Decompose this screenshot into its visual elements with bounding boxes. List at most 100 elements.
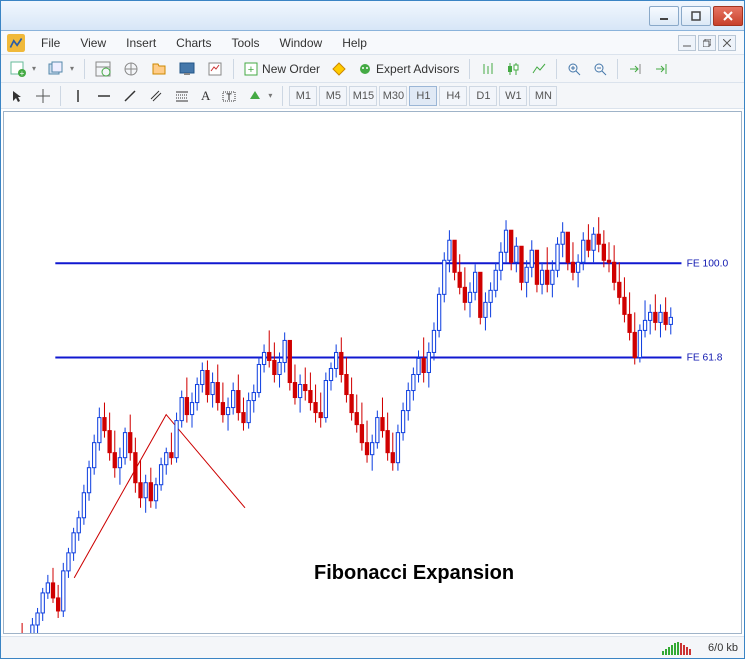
expert-advisors-label: Expert Advisors [376,62,459,76]
fibonacci-icon [175,89,189,103]
minimize-icon [683,39,691,47]
app-icon [7,34,25,52]
cursor-button[interactable] [5,85,29,107]
minimize-button[interactable] [649,6,679,26]
maximize-icon [691,11,701,21]
menu-bar: FileViewInsertChartsToolsWindowHelp [1,31,744,55]
restore-icon [703,39,711,47]
diamond-icon [332,62,346,76]
new-chart-button[interactable]: +▾ [5,58,41,80]
timeframe-d1-button[interactable]: D1 [469,86,497,106]
auto-scroll-icon [654,62,668,76]
menu-help[interactable]: Help [332,34,377,52]
new-chart-icon: + [10,61,26,77]
zoom-out-button[interactable] [588,58,612,80]
menu-view[interactable]: View [70,34,116,52]
status-connection-rate: 6/0 kb [708,642,738,654]
new-order-button[interactable]: + New Order [239,58,325,80]
meta-button[interactable] [327,58,351,80]
profiles-button[interactable]: ▾ [43,58,79,80]
horizontal-line-button[interactable] [92,85,116,107]
timeframe-m30-button[interactable]: M30 [379,86,407,106]
text-button[interactable]: A [196,85,215,107]
new-order-icon: + [244,62,258,76]
crosshair-button[interactable] [31,85,55,107]
main-toolbar: +▾ ▾ + New Order Expert Advisors [1,55,744,83]
zoom-in-button[interactable] [562,58,586,80]
svg-text:FE 100.0: FE 100.0 [687,258,729,269]
trend-line-icon [123,89,137,103]
candlestick-button[interactable] [501,58,525,80]
folder-tree-icon [151,61,167,77]
timeframe-m5-button[interactable]: M5 [319,86,347,106]
profile-icon [48,61,64,77]
candlestick-icon [506,62,520,76]
timeframe-h1-button[interactable]: H1 [409,86,437,106]
vertical-line-icon [71,89,85,103]
mdi-close-button[interactable] [718,35,736,51]
expert-advisors-button[interactable]: Expert Advisors [353,58,464,80]
auto-scroll-button[interactable] [649,58,673,80]
terminal-button[interactable] [174,58,200,80]
trend-line-button[interactable] [118,85,142,107]
app-window: FileViewInsertChartsToolsWindowHelp +▾ ▾… [0,0,745,659]
bar-chart-icon [480,62,494,76]
svg-text:T: T [227,92,233,102]
status-bar: 6/0 kb [1,636,744,658]
close-icon [723,11,733,21]
chart-area[interactable]: FE 100.0 FE 61.8 Fibonacci Expansion [3,111,742,634]
minimize-icon [659,11,669,21]
close-icon [723,39,731,47]
strategy-tester-icon [207,61,223,77]
menu-file[interactable]: File [31,34,70,52]
menu-items: FileViewInsertChartsToolsWindowHelp [31,34,377,52]
menu-insert[interactable]: Insert [116,34,166,52]
mdi-minimize-button[interactable] [678,35,696,51]
bar-chart-button[interactable] [475,58,499,80]
menu-window[interactable]: Window [270,34,333,52]
dropdown-arrow-icon: ▾ [70,64,74,73]
market-watch-button[interactable] [90,58,116,80]
close-button[interactable] [713,6,743,26]
svg-text:FE 61.8: FE 61.8 [687,353,723,364]
candlestick-chart: FE 100.0 FE 61.8 [4,112,741,633]
menu-tools[interactable]: Tools [222,34,270,52]
equidistant-channel-icon [149,89,163,103]
title-bar [1,1,744,31]
strategy-tester-button[interactable] [202,58,228,80]
maximize-button[interactable] [681,6,711,26]
zoom-out-icon [593,62,607,76]
timeframe-mn-button[interactable]: MN [529,86,557,106]
connection-bars-icon [662,641,702,655]
timeframe-m15-button[interactable]: M15 [349,86,377,106]
fibonacci-button[interactable] [170,85,194,107]
timeframe-m1-button[interactable]: M1 [289,86,317,106]
shapes-icon [248,89,262,103]
timeframe-buttons: M1M5M15M30H1H4D1W1MN [288,86,558,106]
shapes-button[interactable]: ▾ [243,85,277,107]
svg-text:+: + [20,69,25,77]
crosshair-icon [36,89,50,103]
line-chart-icon [532,62,546,76]
terminal-icon [179,61,195,77]
vertical-line-button[interactable] [66,85,90,107]
navigator-icon [123,61,139,77]
new-order-label: New Order [262,62,320,76]
timeframe-w1-button[interactable]: W1 [499,86,527,106]
equidistant-channel-button[interactable] [144,85,168,107]
chart-shift-button[interactable] [623,58,647,80]
drawing-toolbar: A T ▾ M1M5M15M30H1H4D1W1MN [1,83,744,109]
menu-charts[interactable]: Charts [166,34,221,52]
text-label-button[interactable]: T [217,85,241,107]
dropdown-arrow-icon: ▾ [268,91,272,100]
line-chart-button[interactable] [527,58,551,80]
text-icon: A [201,88,210,104]
navigator-button[interactable] [146,58,172,80]
chart-shift-icon [628,62,642,76]
chart-annotation-title: Fibonacci Expansion [314,562,514,585]
mdi-restore-button[interactable] [698,35,716,51]
timeframe-h4-button[interactable]: H4 [439,86,467,106]
horizontal-line-icon [97,89,111,103]
data-window-button[interactable] [118,58,144,80]
zoom-in-icon [567,62,581,76]
